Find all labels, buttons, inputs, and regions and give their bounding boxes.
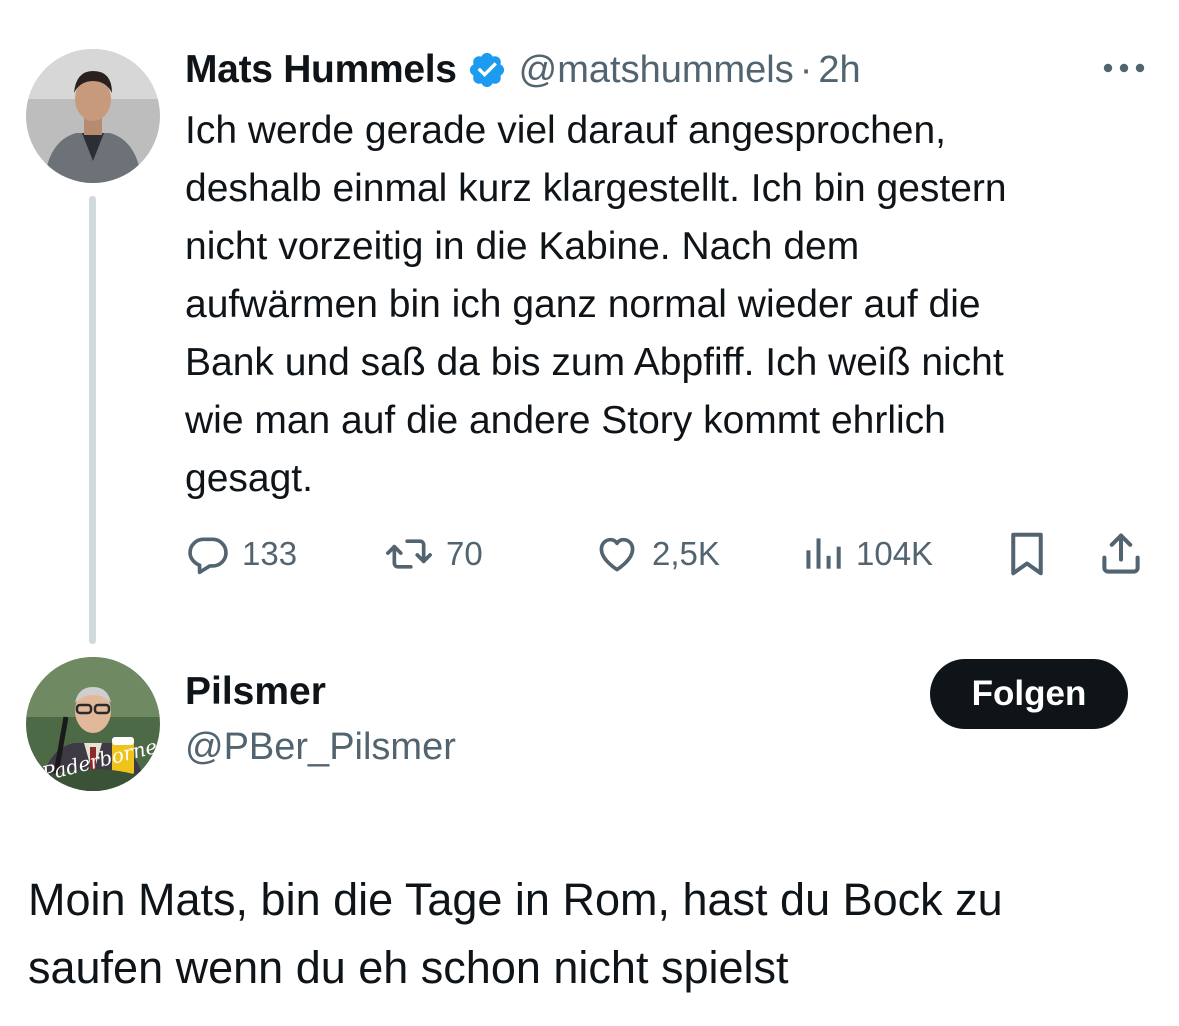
tweet-header: Mats Hummels @matshummels · 2h — [185, 44, 861, 96]
like-button[interactable]: 2,5K — [594, 530, 720, 578]
reply-button[interactable]: 133 — [186, 530, 297, 578]
avatar-mats-hummels[interactable] — [26, 49, 160, 183]
reply-text: Moin Mats, bin die Tage in Rom, hast du … — [28, 874, 1003, 993]
reply-icon — [188, 537, 228, 575]
author-name[interactable]: Pilsmer — [185, 670, 326, 714]
bookmark-icon — [1011, 532, 1043, 576]
more-options-icon[interactable] — [1100, 58, 1148, 78]
repost-count: 70 — [446, 535, 483, 572]
tweet-timestamp[interactable]: 2h — [818, 49, 860, 92]
repost-button[interactable]: 70 — [384, 530, 483, 578]
thread-connector-line — [89, 196, 96, 644]
author-name[interactable]: Mats Hummels — [185, 48, 457, 92]
header-separator: · — [799, 48, 813, 91]
views-count: 104K — [856, 535, 934, 572]
repost-icon — [386, 539, 432, 569]
like-count: 2,5K — [652, 535, 720, 572]
share-icon — [1102, 533, 1140, 574]
heart-icon — [599, 537, 635, 572]
avatar-photo: Paderborner — [26, 657, 160, 791]
author-handle[interactable]: @PBer_Pilsmer — [185, 726, 456, 769]
avatar-pilsmer[interactable]: Paderborner — [26, 657, 160, 791]
follow-button[interactable]: Folgen — [930, 659, 1128, 729]
author-handle[interactable]: @matshummels — [519, 49, 794, 92]
bookmark-button[interactable] — [1005, 530, 1049, 578]
views-button[interactable]: 104K — [800, 530, 933, 578]
analytics-icon — [806, 538, 841, 569]
share-button[interactable] — [1098, 530, 1144, 578]
verified-badge-icon — [469, 52, 504, 88]
reply-count: 133 — [242, 535, 298, 572]
tweet-text: Ich werde gerade viel darauf angesproche… — [185, 109, 1007, 500]
avatar-photo — [26, 49, 160, 183]
